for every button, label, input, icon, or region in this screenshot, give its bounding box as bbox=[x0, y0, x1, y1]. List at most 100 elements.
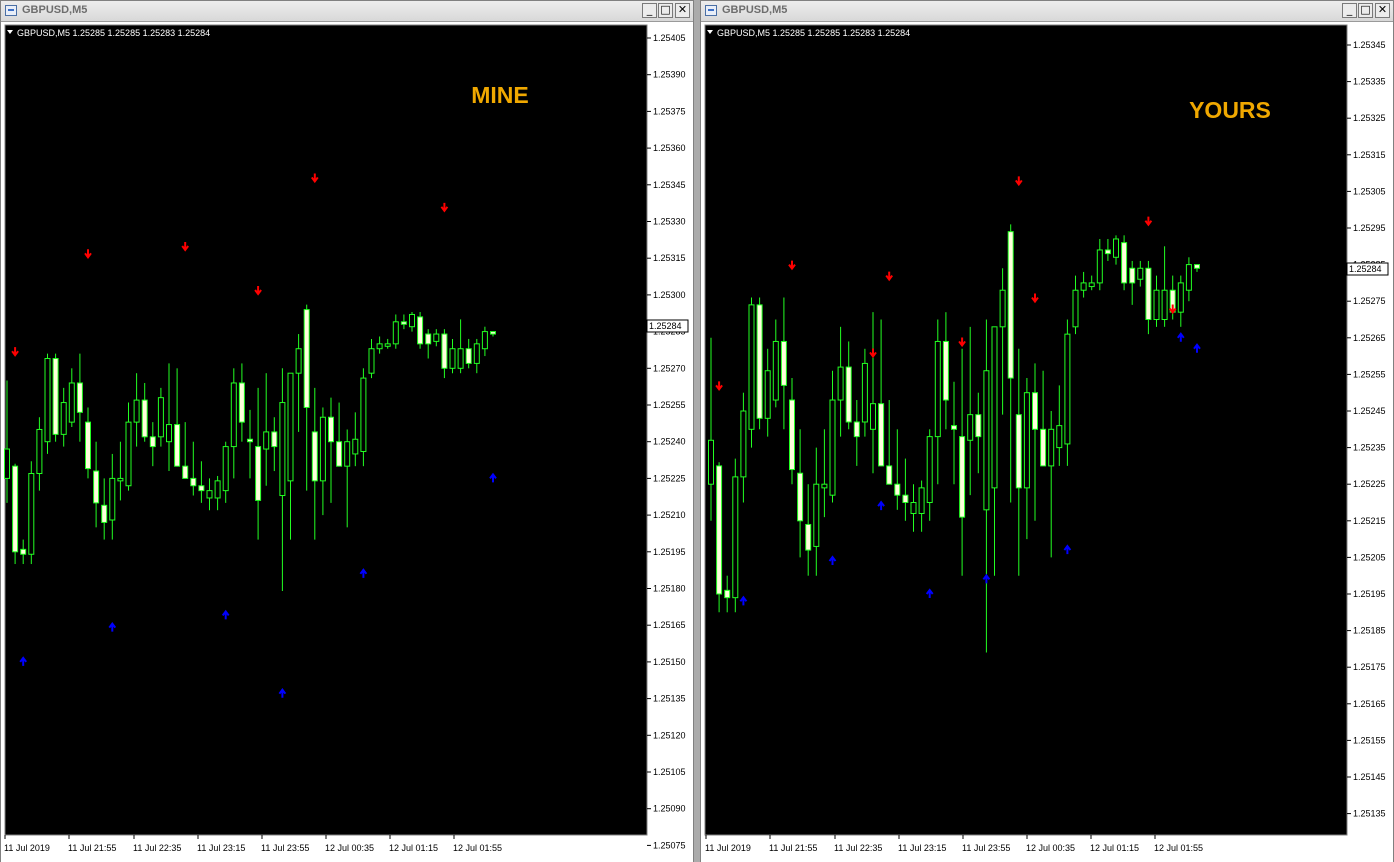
candle-body bbox=[789, 399, 795, 471]
candle-body bbox=[60, 402, 67, 435]
chart-window-mine[interactable]: GBPUSD,M5 _ □ ✕ GBPUSD,M5 1.25285 1.2528… bbox=[0, 0, 694, 862]
candle-body bbox=[449, 348, 456, 369]
price-label: 1.25225 bbox=[1353, 479, 1386, 489]
price-label: 1.25155 bbox=[1353, 735, 1386, 745]
price-label: 1.25150 bbox=[653, 657, 686, 667]
time-label: 11 Jul 21:55 bbox=[68, 843, 116, 853]
price-label: 1.25195 bbox=[653, 547, 686, 557]
candle-body bbox=[206, 490, 213, 499]
candle-body bbox=[942, 340, 949, 401]
price-label: 1.25215 bbox=[1353, 516, 1386, 526]
time-label: 11 Jul 23:15 bbox=[197, 843, 245, 853]
candle-body bbox=[934, 340, 941, 438]
price-label: 1.25075 bbox=[653, 840, 686, 850]
candle-body bbox=[271, 431, 278, 448]
price-label: 1.25345 bbox=[1353, 40, 1386, 50]
window-titlebar[interactable]: GBPUSD,M5 _ □ ✕ bbox=[701, 1, 1393, 22]
price-label: 1.25235 bbox=[1353, 443, 1386, 453]
time-label: 11 Jul 21:55 bbox=[769, 843, 817, 853]
close-icon[interactable]: ✕ bbox=[1375, 3, 1390, 18]
candle-body bbox=[870, 403, 876, 430]
minimize-icon[interactable]: _ bbox=[1342, 3, 1357, 18]
price-label: 1.25325 bbox=[1353, 113, 1386, 123]
chart-window-icon bbox=[705, 5, 717, 16]
candle-body bbox=[392, 321, 399, 345]
restore-icon[interactable]: □ bbox=[658, 3, 673, 18]
candle-body bbox=[999, 289, 1006, 328]
price-label: 1.25165 bbox=[653, 620, 686, 630]
candle-body bbox=[133, 399, 140, 423]
candle-body bbox=[797, 472, 804, 522]
price-label: 1.25255 bbox=[653, 400, 686, 410]
candle-body bbox=[182, 465, 189, 479]
window-title: GBPUSD,M5 bbox=[722, 4, 788, 16]
candle-body bbox=[93, 470, 100, 504]
price-label: 1.25245 bbox=[1353, 406, 1386, 416]
price-label: 1.25195 bbox=[1353, 589, 1386, 599]
price-label: 1.25360 bbox=[653, 143, 686, 153]
candle-body bbox=[756, 304, 763, 419]
price-label: 1.25330 bbox=[653, 217, 686, 227]
candle-body bbox=[76, 382, 83, 413]
restore-icon[interactable]: □ bbox=[1358, 3, 1373, 18]
candle-body bbox=[1032, 392, 1038, 430]
candle-body bbox=[837, 366, 844, 401]
candle-body bbox=[724, 589, 731, 599]
time-label: 12 Jul 01:15 bbox=[389, 843, 438, 853]
candle-body bbox=[1129, 267, 1136, 284]
minimize-icon[interactable]: _ bbox=[642, 3, 657, 18]
candle-body bbox=[109, 477, 116, 521]
candle-body bbox=[813, 483, 820, 547]
chart-window-yours[interactable]: GBPUSD,M5 _ □ ✕ GBPUSD,M5 1.25285 1.2528… bbox=[700, 0, 1394, 862]
candle-body bbox=[157, 397, 164, 438]
candle-body bbox=[1113, 238, 1119, 258]
price-label: 1.25135 bbox=[1353, 809, 1386, 819]
candle-body bbox=[352, 438, 359, 455]
price-label: 1.25225 bbox=[653, 473, 686, 483]
chart-tag-label: YOURS bbox=[1189, 97, 1271, 123]
candle-body bbox=[263, 431, 270, 450]
current-price-label: 1.25284 bbox=[1349, 264, 1382, 274]
candle-body bbox=[975, 414, 982, 438]
candle-body bbox=[902, 494, 909, 503]
price-label: 1.25175 bbox=[1353, 662, 1386, 672]
time-label: 11 Jul 23:55 bbox=[962, 843, 1010, 853]
price-label: 1.25405 bbox=[653, 33, 686, 43]
candle-body bbox=[174, 424, 181, 467]
candle-body bbox=[20, 548, 27, 555]
price-label: 1.25315 bbox=[1353, 150, 1386, 160]
candle-body bbox=[457, 348, 464, 369]
candle-body bbox=[344, 441, 351, 467]
candle-body bbox=[85, 421, 91, 470]
candle-body bbox=[433, 333, 440, 342]
candle-body bbox=[748, 304, 755, 430]
close-icon[interactable]: ✕ bbox=[675, 3, 690, 18]
candle-body bbox=[417, 316, 424, 345]
candle-body bbox=[764, 370, 771, 419]
candle-body bbox=[959, 436, 966, 518]
time-label: 11 Jul 23:55 bbox=[261, 843, 309, 853]
plot-area[interactable] bbox=[4, 24, 648, 836]
time-label: 12 Jul 01:55 bbox=[1154, 843, 1203, 853]
current-price-label: 1.25284 bbox=[649, 321, 682, 331]
candle-body bbox=[222, 446, 229, 492]
price-chart[interactable]: GBPUSD,M5 1.25285 1.25285 1.25283 1.2528… bbox=[701, 22, 1393, 862]
candle-body bbox=[101, 504, 108, 523]
candle-body bbox=[1048, 428, 1055, 467]
time-label: 11 Jul 2019 bbox=[705, 843, 751, 853]
price-label: 1.25145 bbox=[1353, 772, 1386, 782]
price-label: 1.25180 bbox=[653, 584, 686, 594]
candle-body bbox=[230, 382, 237, 448]
price-label: 1.25185 bbox=[1353, 626, 1386, 636]
candle-body bbox=[926, 436, 933, 503]
candle-body bbox=[441, 333, 448, 369]
candle-body bbox=[1145, 267, 1152, 320]
candle-body bbox=[247, 438, 253, 443]
candle-body bbox=[1177, 282, 1184, 313]
candle-body bbox=[198, 485, 205, 492]
candle-body bbox=[951, 425, 957, 430]
candle-body bbox=[716, 465, 723, 595]
price-chart[interactable]: GBPUSD,M5 1.25285 1.25285 1.25283 1.2528… bbox=[1, 22, 693, 862]
candle-body bbox=[4, 448, 10, 479]
window-titlebar[interactable]: GBPUSD,M5 _ □ ✕ bbox=[1, 1, 693, 22]
